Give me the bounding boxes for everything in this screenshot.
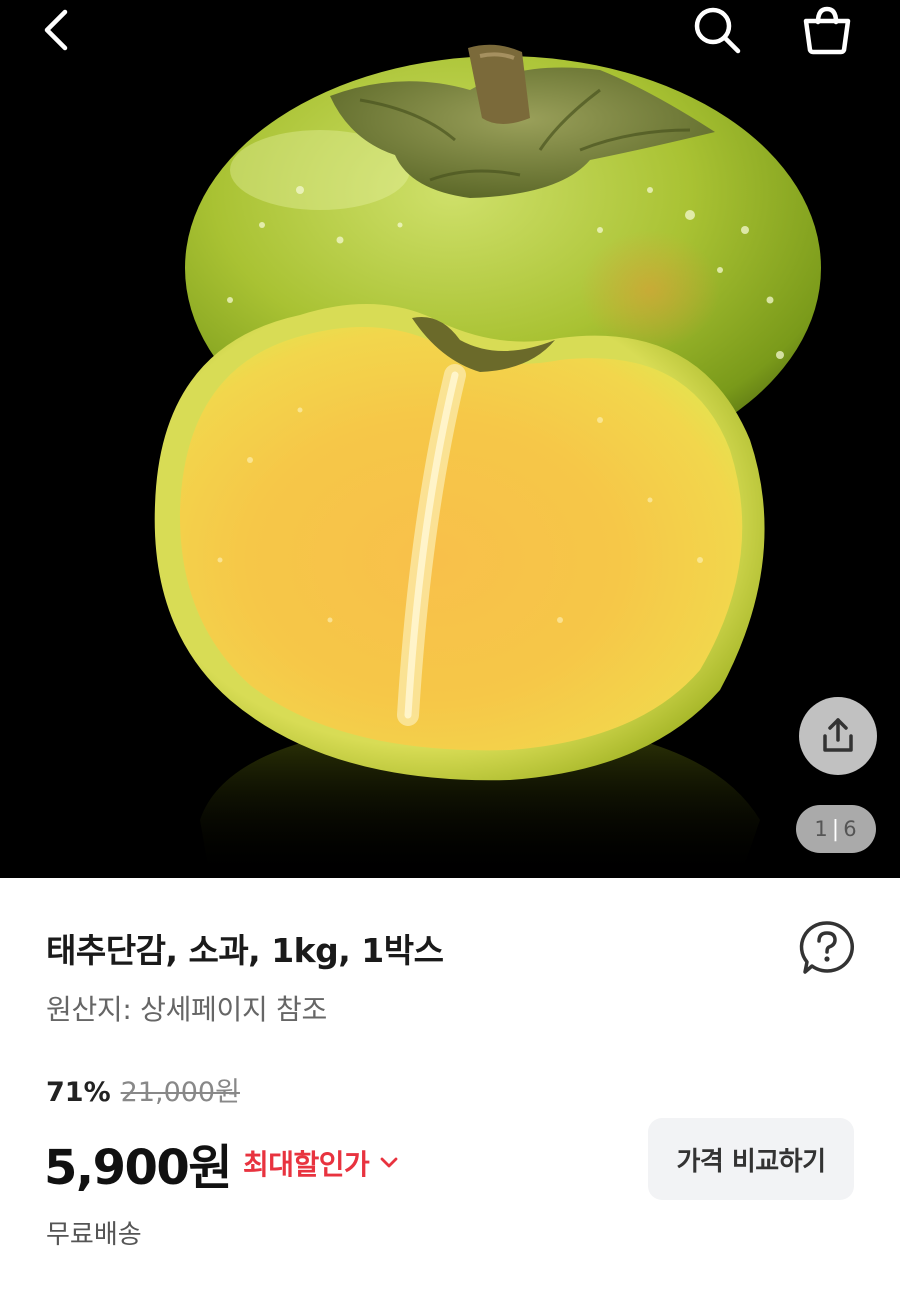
question-bubble-icon — [799, 921, 854, 974]
search-icon — [694, 7, 741, 54]
max-discount-label: 최대할인가 — [243, 1148, 370, 1181]
share-icon — [823, 718, 853, 752]
product-origin: 원산지: 상세페이지 참조 — [46, 993, 327, 1026]
back-button[interactable] — [24, 4, 88, 56]
image-page-counter: 1 | 6 — [796, 805, 876, 853]
product-title: 태추단감, 소과, 1kg, 1박스 — [46, 931, 444, 970]
page-separator: | — [831, 816, 841, 842]
price-row: 5,900원 최대할인가 — [44, 1128, 399, 1198]
compare-price-button[interactable]: 가격 비교하기 — [648, 1118, 854, 1200]
discount-row: 71% 21,000원 — [46, 1070, 240, 1109]
chevron-left-icon — [44, 9, 68, 51]
total-pages: 6 — [843, 817, 858, 841]
discount-rate: 71% — [46, 1077, 111, 1108]
original-price: 21,000원 — [120, 1077, 240, 1108]
share-button[interactable] — [799, 697, 877, 775]
product-image-gallery[interactable]: 1 | 6 — [0, 0, 900, 878]
sale-price: 5,900원 — [44, 1140, 233, 1196]
shopping-bag-icon — [803, 6, 851, 55]
cart-button[interactable] — [796, 2, 858, 58]
max-discount-toggle[interactable]: 최대할인가 — [243, 1143, 399, 1183]
search-button[interactable] — [686, 2, 748, 58]
product-photo — [0, 0, 900, 878]
current-page: 1 — [814, 817, 829, 841]
chevron-down-icon — [380, 1157, 398, 1168]
qa-button[interactable] — [796, 917, 858, 979]
shipping-info: 무료배송 — [46, 1220, 142, 1250]
